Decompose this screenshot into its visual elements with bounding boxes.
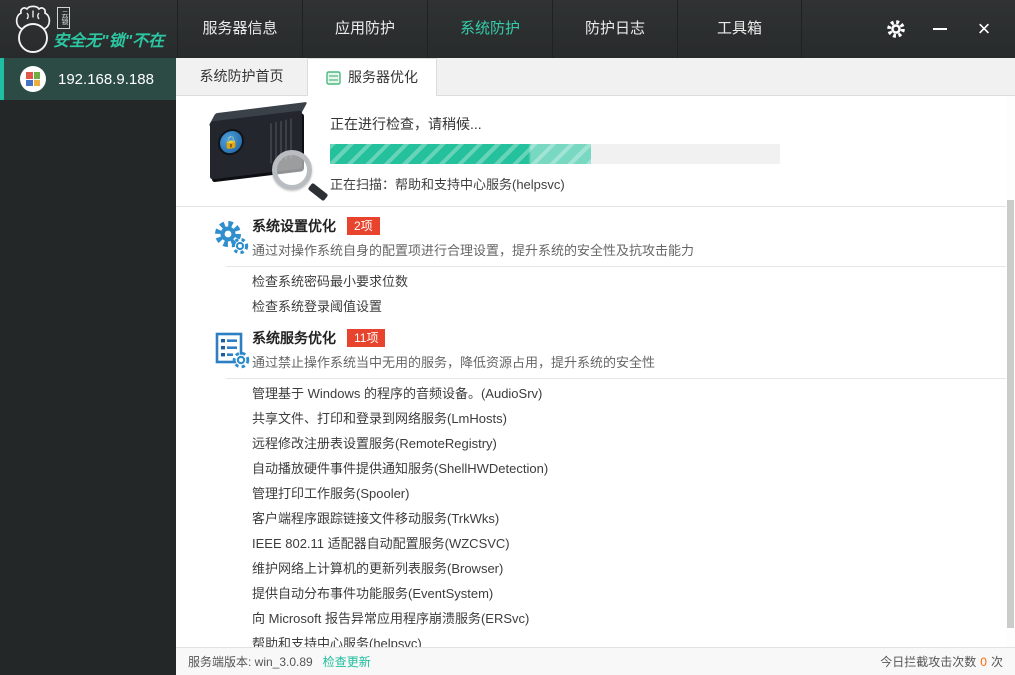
optimization-item[interactable]: 维护网络上计算机的更新列表服务(Browser) [252, 556, 1015, 581]
gears-icon [215, 221, 249, 255]
service-optimization-list: 管理基于 Windows 的程序的音频设备。(AudioSrv) 共享文件、打印和… [176, 379, 1015, 647]
attack-count-value: 0 [980, 654, 987, 669]
optimization-item[interactable]: 检查系统密码最小要求位数 [252, 269, 1015, 294]
optimization-item[interactable]: IEEE 802.11 适配器自动配置服务(WZCSVC) [252, 531, 1015, 556]
lock-logo-icon [15, 5, 51, 53]
attack-count-label: 今日拦截攻击次数 [880, 655, 977, 669]
server-version-label: 服务端版本: win_3.0.89 [188, 655, 313, 669]
settings-optimization-list: 检查系统密码最小要求位数 检查系统登录阈值设置 [176, 267, 1015, 319]
server-ip-label: 192.168.9.188 [58, 70, 154, 88]
app-logo: 云锁 安全无"锁"不在 [0, 0, 177, 58]
section-title: 系统设置优化 [252, 218, 336, 234]
scan-progress-block: 🔒 正在进行检查，请稍候... 正在扫描：帮助和支持中心服务(helpsvc) [176, 96, 1015, 202]
settings-button[interactable] [881, 14, 911, 44]
optimization-item[interactable]: 共享文件、打印和登录到网络服务(LmHosts) [252, 406, 1015, 431]
optimization-item[interactable]: 自动播放硬件事件提供通知服务(ShellHWDetection) [252, 456, 1015, 481]
section-system-services: 系统服务优化 11项 通过禁止操作系统当中无用的服务，降低资源占用，提升系统的安… [176, 319, 1015, 371]
scrollbar-thumb[interactable] [1007, 200, 1014, 628]
main-panel: 系统防护首页 服务器优化 🔒 正在进行检查，请稍候... 正在扫描：帮助和支持中… [176, 58, 1015, 675]
optimization-item[interactable]: 管理基于 Windows 的程序的音频设备。(AudioSrv) [252, 381, 1015, 406]
nav-toolbox[interactable]: 工具箱 [677, 0, 802, 58]
scanning-service-label: 正在扫描：帮助和支持中心服务(helpsvc) [330, 177, 565, 192]
section-system-settings: 系统设置优化 2项 通过对操作系统自身的配置项进行合理设置，提升系统的安全性及抗… [176, 207, 1015, 259]
nav-system-protection[interactable]: 系统防护 [427, 0, 552, 58]
count-badge: 11项 [347, 329, 386, 347]
window-controls: × [881, 0, 1015, 58]
optimization-item[interactable]: 提供自动分布事件功能服务(EventSystem) [252, 581, 1015, 606]
cloudlock-badge-icon: 🔒 [218, 127, 244, 157]
app-window: 云锁 安全无"锁"不在 服务器信息 应用防护 系统防护 防护日志 工具箱 × 1… [0, 0, 1015, 675]
section-description: 通过禁止操作系统当中无用的服务，降低资源占用，提升系统的安全性 [252, 355, 656, 370]
server-icon [326, 70, 341, 85]
scan-status-title: 正在进行检查，请稍候... [330, 116, 482, 132]
scan-progress-bar [330, 144, 780, 164]
optimization-item[interactable]: 向 Microsoft 报告异常应用程序崩溃服务(ERSvc) [252, 606, 1015, 631]
check-update-link[interactable]: 检查更新 [323, 653, 371, 670]
close-button[interactable]: × [969, 14, 999, 44]
tab-protection-home[interactable]: 系统防护首页 [176, 58, 307, 95]
section-title: 系统服务优化 [252, 330, 336, 346]
nav-app-protection[interactable]: 应用防护 [302, 0, 427, 58]
topbar: 云锁 安全无"锁"不在 服务器信息 应用防护 系统防护 防护日志 工具箱 × [0, 0, 1015, 58]
tab-bar: 系统防护首页 服务器优化 [176, 58, 1015, 96]
optimization-item[interactable]: 帮助和支持中心服务(helpsvc) [252, 631, 1015, 647]
optimization-item[interactable]: 检查系统登录阈值设置 [252, 294, 1015, 319]
optimization-item[interactable]: 客户端程序跟踪链接文件移动服务(TrkWks) [252, 506, 1015, 531]
tab-server-optimization[interactable]: 服务器优化 [307, 58, 437, 96]
count-badge: 2项 [347, 217, 380, 235]
sidebar-item-server[interactable]: 192.168.9.188 [0, 58, 176, 100]
brand-tagline: 安全无"锁"不在 [53, 33, 165, 50]
gear-icon [887, 20, 905, 38]
service-list-icon [215, 332, 250, 369]
minimize-button[interactable] [925, 14, 955, 44]
progress-fill [330, 144, 591, 164]
main-nav: 服务器信息 应用防护 系统防护 防护日志 工具箱 [177, 0, 802, 58]
magnifier-icon [272, 150, 312, 190]
attack-count-unit: 次 [990, 655, 1003, 669]
nav-protection-logs[interactable]: 防护日志 [552, 0, 677, 58]
optimization-item[interactable]: 管理打印工作服务(Spooler) [252, 481, 1015, 506]
content-area: 🔒 正在进行检查，请稍候... 正在扫描：帮助和支持中心服务(helpsvc) [176, 96, 1015, 647]
server-scan-illustration: 🔒 [198, 101, 330, 202]
status-bar: 服务端版本: win_3.0.89 检查更新 今日拦截攻击次数 0 次 [176, 647, 1015, 675]
windows-server-icon [20, 66, 46, 92]
minimize-icon [933, 28, 947, 30]
close-icon: × [977, 16, 991, 41]
optimization-item[interactable]: 远程修改注册表设置服务(RemoteRegistry) [252, 431, 1015, 456]
sidebar: 192.168.9.188 [0, 58, 176, 675]
nav-server-info[interactable]: 服务器信息 [177, 0, 302, 58]
section-description: 通过对操作系统自身的配置项进行合理设置，提升系统的安全性及抗攻击能力 [252, 243, 695, 258]
scrollbar-track[interactable] [1006, 96, 1015, 647]
tab-label: 服务器优化 [348, 69, 418, 85]
brand-seal: 云锁 [57, 7, 70, 29]
